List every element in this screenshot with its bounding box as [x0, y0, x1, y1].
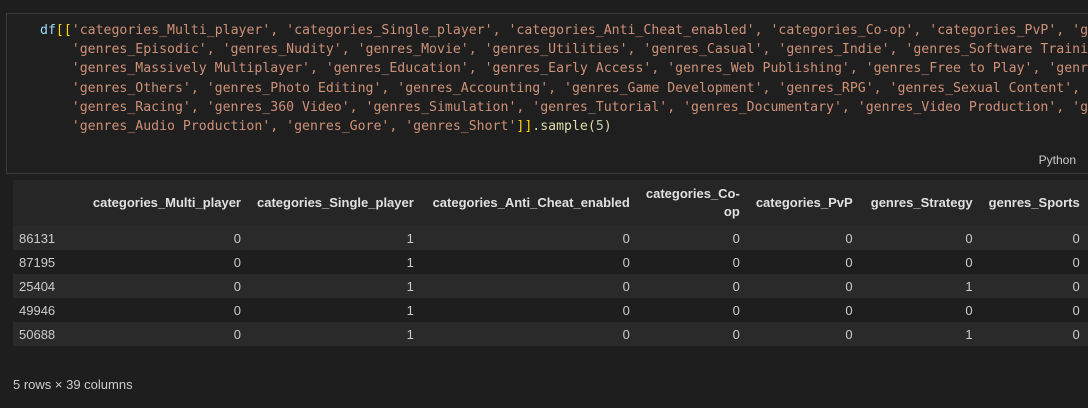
- dataframe-shape-summary: 5 rows × 39 columns: [13, 377, 133, 392]
- dataframe-table: categories_Multi_player categories_Singl…: [13, 180, 1088, 346]
- table-cell: 0: [732, 230, 740, 246]
- column-header: categories_Co-op: [645, 186, 740, 219]
- table-cell: 1: [406, 254, 414, 270]
- code-open-brackets: [[: [55, 23, 72, 38]
- table-cell: 0: [965, 254, 973, 270]
- code-line-2: 'genres_Episodic', 'genres_Nudity', 'gen…: [71, 42, 1088, 58]
- code-sample-arg: 5: [595, 119, 604, 135]
- table-row: 25404 0 1 0 0 0 1 0: [13, 274, 1088, 298]
- column-header: categories_Single_player: [257, 195, 414, 210]
- code-line-6: 'genres_Audio Production', 'genres_Gore'…: [71, 119, 517, 135]
- table-cell: 0: [622, 278, 630, 294]
- code-close-brackets: ]]: [516, 119, 533, 135]
- table-row: 87195 0 1 0 0 0 0 0: [13, 250, 1088, 274]
- table-cell: 0: [732, 254, 740, 270]
- output-area[interactable]: categories_Multi_player categories_Singl…: [13, 180, 1088, 359]
- table-cell: 0: [732, 326, 740, 342]
- row-index: 50688: [19, 326, 56, 342]
- table-cell: 1: [406, 278, 414, 294]
- table-cell: 0: [965, 302, 973, 318]
- column-header: categories_Multi_player: [92, 195, 241, 210]
- code-line-4-indent: [40, 81, 72, 96]
- code-line-3-indent: [40, 61, 72, 76]
- table-cell: 0: [845, 302, 853, 318]
- table-cell: 0: [845, 326, 853, 342]
- code-line-5-indent: [40, 100, 72, 115]
- table-cell: 0: [622, 326, 630, 342]
- table-row: 86131 0 1 0 0 0 0 0: [13, 226, 1088, 250]
- row-index: 25404: [19, 278, 56, 294]
- table-cell: 0: [622, 230, 630, 246]
- column-header: genres_Strategy: [870, 195, 973, 210]
- table-cell: 0: [845, 278, 853, 294]
- column-header: categories_Anti_Cheat_enabled: [432, 195, 630, 210]
- cell-language-label[interactable]: Python: [1039, 153, 1076, 167]
- index-header: [13, 180, 77, 226]
- table-cell: 0: [965, 230, 973, 246]
- code-line-5: 'genres_Racing', 'genres_360 Video', 'ge…: [71, 99, 1088, 115]
- table-cell: 0: [233, 326, 241, 342]
- table-cell: 0: [233, 302, 241, 318]
- table-cell: 0: [1072, 230, 1080, 246]
- column-header: genres_Sports: [988, 195, 1080, 210]
- table-cell: 0: [845, 254, 853, 270]
- table-cell: 0: [1072, 278, 1080, 294]
- table-cell: 0: [1072, 302, 1080, 318]
- row-index: 86131: [19, 230, 56, 246]
- table-cell: 1: [965, 326, 973, 342]
- table-cell: 0: [622, 254, 630, 270]
- table-cell: 0: [732, 302, 740, 318]
- table-cell: 0: [622, 302, 630, 318]
- column-header: categories_PvP: [755, 195, 853, 210]
- table-cell: 0: [845, 230, 853, 246]
- code-line-3: 'genres_Massively Multiplayer', 'genres_…: [71, 61, 1088, 77]
- code-dataframe-name: df: [40, 23, 56, 38]
- table-cell: 1: [406, 302, 414, 318]
- code-sample-method: .sample(: [532, 119, 596, 135]
- code-line-1: 'categories_Multi_player', 'categories_S…: [71, 23, 1088, 38]
- code-close-paren: ): [603, 119, 612, 135]
- row-index: 87195: [19, 254, 56, 270]
- table-header-row: categories_Multi_player categories_Singl…: [13, 180, 1088, 226]
- table-cell: 1: [965, 278, 973, 294]
- table-cell: 0: [233, 278, 241, 294]
- table-cell: 0: [732, 278, 740, 294]
- table-row: 49946 0 1 0 0 0 0 0: [13, 298, 1088, 322]
- code-line-6-indent: [40, 119, 72, 134]
- code-line-4: 'genres_Others', 'genres_Photo Editing',…: [71, 80, 1081, 96]
- code-line-2-indent: [40, 42, 72, 57]
- row-index: 49946: [19, 302, 56, 318]
- code-editor[interactable]: df[['categories_Multi_player', 'categori…: [40, 21, 1088, 136]
- table-cell: 0: [233, 230, 241, 246]
- table-cell: 1: [406, 230, 414, 246]
- table-cell: 0: [233, 254, 241, 270]
- table-row: 50688 0 1 0 0 0 1 0: [13, 322, 1088, 346]
- table-cell: 0: [1072, 254, 1080, 270]
- code-cell[interactable]: df[['categories_Multi_player', 'categori…: [6, 13, 1088, 174]
- table-cell: 1: [406, 326, 414, 342]
- table-cell: 0: [1072, 326, 1080, 342]
